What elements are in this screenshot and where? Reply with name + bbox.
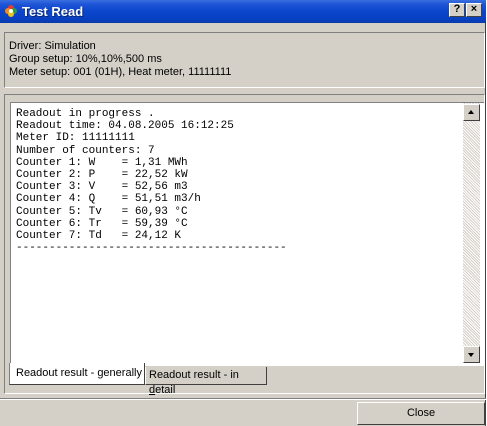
readout-line: Counter 5: Tv = 60,93 °C (16, 205, 188, 218)
driver-label: Driver: Simulation (9, 40, 96, 52)
tab-detail-suffix: etail (155, 384, 176, 396)
arrow-up-icon (468, 110, 474, 114)
title-bar[interactable]: Test Read ? × (0, 0, 486, 23)
setup-info-panel: Driver: Simulation Group setup: 10%,10%,… (4, 32, 485, 88)
readout-line: Readout in progress . (16, 108, 155, 120)
readout-line: Meter ID: 11111111 (16, 132, 135, 145)
readout-line: Readout time: 04.08.2005 16:12:25 (16, 120, 234, 133)
app-flower-icon (5, 5, 17, 17)
window-title: Test Read (22, 4, 84, 19)
help-button[interactable]: ? (449, 3, 465, 17)
readout-line: Number of counters: 7 (16, 144, 155, 157)
close-button[interactable]: Close (357, 402, 485, 425)
tab-detail-prefix: Readout result - in (149, 369, 239, 381)
vertical-scrollbar[interactable] (463, 103, 480, 363)
close-window-button[interactable]: × (466, 3, 482, 17)
tab-readout-generally[interactable]: Readout result - generally (9, 363, 145, 385)
group-setup-label: Group setup: 10%,10%,500 ms (9, 53, 162, 65)
readout-line: Counter 2: P = 22,52 kW (16, 169, 188, 182)
readout-text-area[interactable]: Readout in progress . Readout time: 04.08… (10, 102, 484, 366)
divider-highlight (0, 399, 486, 400)
arrow-down-icon (468, 353, 474, 357)
tab-readout-detail[interactable]: Readout result - in detail (145, 367, 267, 396)
readout-line: Counter 4: Q = 51,51 m3/h (16, 193, 201, 206)
readout-line: ----------------------------------------… (16, 242, 287, 255)
readout-log: Readout in progress . Readout time: 04.08… (16, 108, 287, 254)
meter-setup-label: Meter setup: 001 (01H), Heat meter, 1111… (9, 66, 232, 78)
readout-line: Counter 6: Tr = 59,39 °C (16, 217, 188, 230)
test-read-dialog: Test Read ? × Driver: Simulation Group s… (0, 0, 486, 426)
readout-line: Counter 7: Td = 24,12 K (16, 230, 182, 243)
scroll-down-button[interactable] (463, 346, 480, 363)
readout-line: Counter 1: W = 1,31 MWh (16, 156, 188, 169)
readout-line: Counter 3: V = 52,56 m3 (16, 181, 188, 194)
scroll-up-button[interactable] (463, 104, 480, 121)
